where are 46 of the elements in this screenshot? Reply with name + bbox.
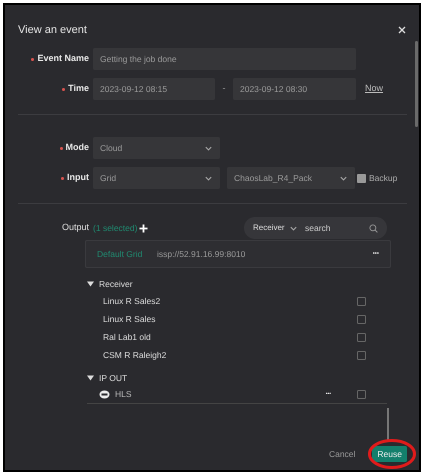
item-checkbox[interactable]: [357, 296, 366, 306]
output-item-name[interactable]: CSM R Raleigh2: [103, 348, 357, 362]
receiver-filter-dropdown[interactable]: Receiver: [253, 222, 305, 234]
group-label[interactable]: Receiver: [99, 278, 133, 290]
output-item-name[interactable]: Ral Lab1 old: [103, 330, 357, 344]
dialog-title: View an event: [18, 22, 87, 38]
close-icon: [398, 26, 406, 34]
default-output-name: Default Grid: [97, 248, 144, 260]
input-pack-select[interactable]: ChaosLab_R4_Pack: [227, 167, 355, 189]
backup-label: Backup: [369, 172, 398, 184]
scrollbar[interactable]: [415, 41, 418, 127]
default-output-address: issp://52.91.16.99:8010: [157, 248, 246, 260]
cancel-button[interactable]: Cancel: [328, 448, 356, 460]
caret-icon[interactable]: [87, 281, 94, 287]
range-separator: -: [222, 82, 226, 96]
output-label: Output: [62, 221, 90, 234]
item-checkbox[interactable]: [357, 390, 366, 399]
input-source-select[interactable]: Grid: [93, 167, 220, 189]
field-label: Time: [68, 82, 89, 96]
field-label: Input: [67, 171, 89, 184]
output-type-icon: [99, 390, 110, 399]
selected-count: (1 selected): [93, 222, 138, 234]
output-item-name[interactable]: Linux R Sales2: [103, 294, 357, 308]
plus-icon: [139, 224, 148, 232]
end-time-field[interactable]: 2023-09-12 08:30: [233, 78, 356, 100]
add-button[interactable]: [139, 224, 148, 232]
event-name-field[interactable]: Getting the job done: [93, 48, 356, 70]
list-scrollbar[interactable]: [387, 408, 389, 440]
item-checkbox[interactable]: [357, 350, 366, 360]
reuse-button[interactable]: Reuse: [372, 446, 407, 462]
output-item-name[interactable]: HLS: [115, 388, 326, 401]
now-link[interactable]: Now: [365, 82, 384, 96]
caret-icon[interactable]: [87, 375, 94, 381]
field-label: Event Name: [37, 52, 89, 66]
field-label: Mode: [66, 141, 89, 154]
search-field[interactable]: Receiver search: [244, 217, 387, 239]
highlight-ellipse: [367, 438, 417, 470]
item-checkbox[interactable]: [357, 332, 366, 342]
group-label[interactable]: IP OUT: [99, 372, 128, 384]
output-item-name[interactable]: Linux R Sales: [103, 312, 357, 326]
mode-select[interactable]: Cloud: [93, 137, 220, 159]
start-time-field[interactable]: 2023-09-12 08:15: [93, 78, 215, 100]
close-button[interactable]: [397, 25, 407, 35]
search-icon: [369, 224, 378, 232]
item-checkbox[interactable]: [357, 314, 366, 324]
backup-checkbox[interactable]: [357, 174, 366, 182]
